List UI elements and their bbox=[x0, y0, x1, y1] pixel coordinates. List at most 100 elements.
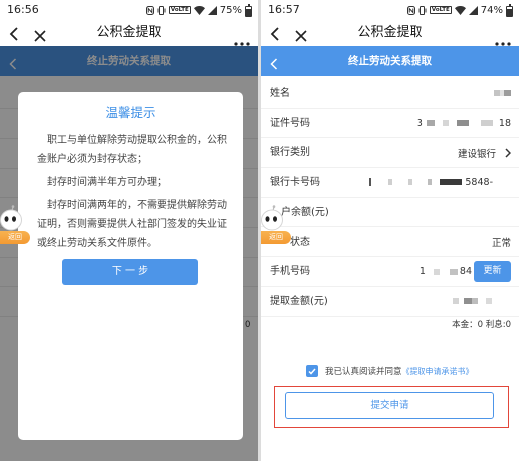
dialog-line: 证明，否则需要提供人社部门签发的失业证 bbox=[37, 219, 227, 230]
dialog-line: 金账户必须为封存状态； bbox=[37, 154, 147, 165]
value-end: 84 bbox=[459, 266, 472, 278]
form-row-card-number: 银行卡号码 5848- bbox=[261, 168, 519, 198]
signal-icon bbox=[468, 5, 478, 15]
mask-gap bbox=[412, 179, 428, 185]
mask-block bbox=[426, 120, 435, 127]
status-icons: VoLTE 74% bbox=[406, 0, 513, 20]
bank-name: 建设银行 bbox=[457, 148, 496, 160]
mask-gap bbox=[478, 298, 486, 304]
field-value: 3 18 bbox=[417, 109, 511, 138]
field-label: 银行类别 bbox=[270, 147, 310, 159]
field-label: 状态 bbox=[290, 236, 310, 248]
floating-assistant[interactable]: 返回 bbox=[0, 205, 32, 245]
vibrate-icon bbox=[157, 5, 166, 15]
field-value[interactable]: 建设银行 bbox=[458, 138, 511, 167]
masked-value bbox=[453, 287, 492, 316]
mask-gap bbox=[469, 120, 481, 126]
form-row-amount: 提取金额(元) bbox=[261, 287, 519, 317]
nav-bar: 公积金提取 bbox=[261, 20, 519, 46]
assistant-back-button[interactable]: 返回 bbox=[261, 231, 291, 244]
chevron-right-icon[interactable] bbox=[505, 148, 511, 158]
dialog-line: 或终止劳动关系文件原件。 bbox=[37, 238, 157, 249]
mask-block bbox=[480, 120, 493, 127]
mask-gap bbox=[432, 179, 440, 185]
battery-level bbox=[507, 8, 512, 16]
form-row-balance: 户余额(元) bbox=[261, 198, 519, 228]
principal-interest-summary: 本金：0 利息:0 bbox=[452, 320, 511, 330]
field-label: 手机号码 bbox=[270, 266, 310, 278]
wifi-icon bbox=[454, 5, 466, 15]
status-value: 正常 bbox=[491, 237, 511, 249]
dialog-paragraph: 封存时间满半年方可办理； bbox=[37, 173, 237, 192]
field-label: 提取金额(元) bbox=[270, 295, 328, 307]
battery-cap bbox=[508, 3, 511, 6]
update-phone-button[interactable]: 更新 bbox=[474, 261, 511, 283]
battery-percent: 75% bbox=[219, 4, 242, 16]
field-label: 证件号码 bbox=[270, 117, 310, 129]
notice-dialog: 温馨提示 职工与单位解除劳动提取公积金的，公积 金账户必须为封存状态； 封存时间… bbox=[18, 92, 243, 440]
field-value: 正常 bbox=[492, 228, 511, 257]
vibrate-icon bbox=[418, 5, 427, 15]
mask-gap bbox=[435, 120, 443, 126]
mask-gap bbox=[371, 179, 388, 185]
mask-block bbox=[464, 298, 472, 305]
agreement-row: 我已认真阅读并同意 《提取申请承诺书》 bbox=[306, 364, 474, 378]
signal-icon bbox=[207, 5, 217, 15]
submit-application-button[interactable]: 提交申请 bbox=[285, 392, 494, 419]
mask-block bbox=[486, 298, 492, 305]
battery-icon bbox=[506, 3, 513, 17]
dialog-line: 职工与单位解除劳动提取公积金的，公积 bbox=[47, 135, 227, 146]
volte-badge: VoLTE bbox=[429, 6, 452, 14]
left-phone-screen: 16:56 VoLTE 75% 公积金提取 终止劳动关系提取 0 温馨提示 职工… bbox=[0, 0, 258, 461]
status-time: 16:57 bbox=[268, 3, 300, 16]
masked-value bbox=[494, 79, 511, 108]
agreement-text: 我已认真阅读并同意 bbox=[325, 367, 402, 377]
battery-percent: 74% bbox=[480, 4, 503, 16]
status-bar: 16:56 VoLTE 75% bbox=[0, 0, 258, 20]
mask-block bbox=[449, 268, 458, 275]
status-bar: 16:57 VoLTE 74% bbox=[261, 0, 519, 20]
form-row-phone: 手机号码 1 84 更新 bbox=[261, 257, 519, 287]
mask-gap bbox=[449, 120, 457, 126]
dialog-paragraph: 职工与单位解除劳动提取公积金的，公积 金账户必须为封存状态； bbox=[37, 131, 237, 169]
status-icons: VoLTE 75% bbox=[145, 0, 252, 20]
mask-gap bbox=[440, 269, 450, 275]
nav-title: 公积金提取 bbox=[357, 25, 423, 40]
mask-block bbox=[504, 90, 511, 97]
nfc-icon bbox=[145, 5, 154, 15]
nfc-icon bbox=[406, 5, 415, 15]
value-end: 5848- bbox=[465, 176, 493, 188]
battery-icon bbox=[245, 3, 252, 17]
nav-title: 公积金提取 bbox=[96, 25, 162, 40]
form-row-name: 姓名 bbox=[261, 79, 519, 109]
next-step-button[interactable]: 下 一 步 bbox=[62, 259, 198, 285]
floating-assistant[interactable]: 返回 bbox=[261, 205, 293, 245]
status-time: 16:56 bbox=[7, 3, 39, 16]
nav-bar: 公积金提取 bbox=[0, 20, 258, 46]
dialog-line: 封存时间满两年的，不需要提供解除劳动 bbox=[47, 200, 227, 211]
agreement-checkbox[interactable] bbox=[306, 365, 318, 377]
mask-block bbox=[440, 179, 463, 186]
right-phone-screen: 16:57 VoLTE 74% 公积金提取 终止劳动关系提取 姓名 证件号码 3… bbox=[261, 0, 519, 461]
field-value: 1 84 更新 bbox=[420, 257, 511, 286]
battery-cap bbox=[247, 3, 250, 6]
mask-block bbox=[456, 120, 469, 127]
assistant-back-button[interactable]: 返回 bbox=[0, 231, 30, 244]
field-value: 5848- bbox=[369, 168, 493, 197]
mask-gap bbox=[426, 269, 434, 275]
form-row-account-status: 状态 正常 bbox=[261, 228, 519, 258]
mask-gap bbox=[392, 179, 408, 185]
dialog-body: 职工与单位解除劳动提取公积金的，公积 金账户必须为封存状态； 封存时间满半年方可… bbox=[37, 131, 237, 257]
sub-header-title: 终止劳动关系提取 bbox=[348, 55, 432, 67]
field-label: 银行卡号码 bbox=[270, 177, 320, 189]
value-end: 18 bbox=[498, 117, 511, 129]
commitment-letter-link[interactable]: 《提取申请承诺书》 bbox=[402, 366, 474, 377]
volte-badge: VoLTE bbox=[168, 6, 191, 14]
dialog-line: 封存时间满半年方可办理； bbox=[47, 177, 167, 188]
form-row-id-number: 证件号码 3 18 bbox=[261, 109, 519, 139]
field-label: 姓名 bbox=[270, 88, 290, 99]
wifi-icon bbox=[193, 5, 205, 15]
battery-level bbox=[246, 8, 251, 16]
dialog-title: 温馨提示 bbox=[105, 105, 156, 120]
form-row-bank-type[interactable]: 银行类别 建设银行 bbox=[261, 138, 519, 169]
